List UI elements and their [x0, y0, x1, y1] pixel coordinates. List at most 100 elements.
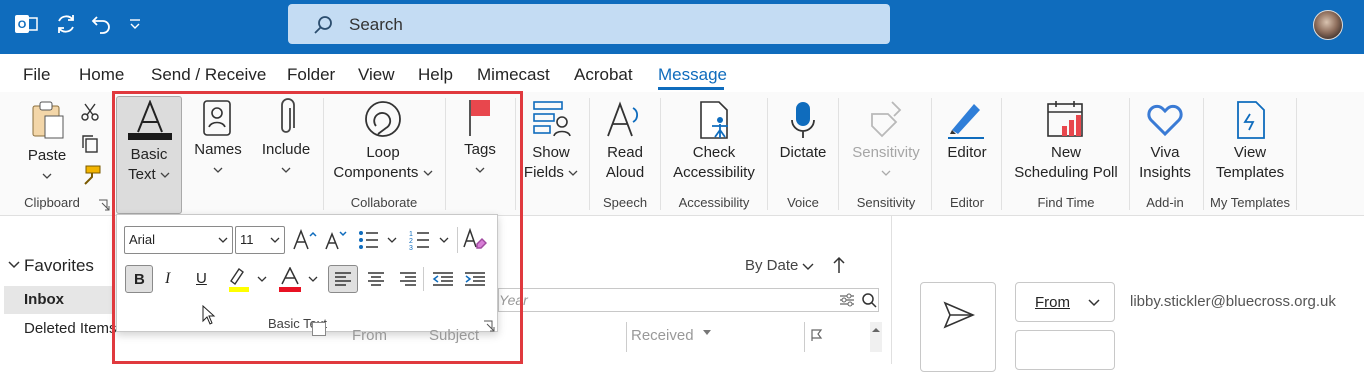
undo-icon[interactable] — [89, 12, 113, 36]
send-button[interactable] — [920, 282, 996, 372]
folder-inbox[interactable]: Inbox — [4, 286, 114, 314]
basic-text-button[interactable]: Basic Text — [116, 96, 182, 214]
decrease-indent-icon[interactable] — [432, 271, 454, 292]
list-search-input[interactable]: Year — [498, 288, 879, 312]
sort-direction-icon[interactable] — [832, 256, 846, 274]
search-placeholder: Search — [349, 15, 403, 34]
chevron-down-icon[interactable] — [802, 262, 814, 272]
sort-by-date[interactable]: By Date — [745, 257, 798, 274]
check-accessibility-button[interactable]: Check Accessibility — [666, 143, 762, 183]
bullets-icon[interactable] — [358, 230, 398, 255]
mouse-pointer-icon — [202, 305, 216, 325]
to-button[interactable] — [1015, 330, 1115, 370]
search-icon — [862, 293, 877, 308]
italic-button[interactable]: I — [165, 270, 170, 288]
message-list: By Date Year Received — [498, 216, 891, 364]
sensitivity-button[interactable]: Sensitivity — [848, 143, 924, 183]
grow-font-icon[interactable] — [293, 228, 317, 256]
font-size-select[interactable]: 11 — [235, 226, 285, 254]
tab-send-receive[interactable]: Send / Receive — [151, 65, 266, 85]
tab-file[interactable]: File — [23, 65, 50, 85]
chevron-down-icon — [213, 167, 223, 173]
svg-text:O: O — [18, 19, 27, 31]
search-icon — [314, 16, 332, 34]
loop-components-button[interactable]: Loop Components — [330, 143, 436, 183]
group-label-voice: Voice — [787, 195, 819, 210]
tab-view[interactable]: View — [358, 65, 395, 85]
shrink-font-icon[interactable] — [324, 229, 348, 256]
sync-icon[interactable] — [54, 12, 78, 36]
scheduling-poll-icon — [1046, 100, 1086, 145]
from-button[interactable]: From — [1015, 282, 1115, 322]
align-center-icon[interactable] — [367, 271, 385, 292]
chevron-down-icon — [423, 170, 433, 176]
paste-icon — [30, 100, 66, 145]
font-color-icon[interactable] — [278, 266, 318, 298]
chevron-down-icon[interactable] — [8, 260, 20, 270]
increase-indent-icon[interactable] — [464, 271, 486, 292]
chevron-down-icon — [218, 237, 228, 243]
highlight-color-icon[interactable] — [227, 267, 267, 298]
column-from[interactable]: From — [352, 327, 387, 344]
view-templates-button[interactable]: View Templates — [1210, 143, 1290, 183]
group-label-clipboard: Clipboard — [24, 195, 80, 210]
folder-pane: Favorites Inbox Deleted Items — [0, 216, 117, 364]
ribbon: Paste Clipboard Basic Text Names Include… — [0, 92, 1364, 216]
group-label-collaborate: Collaborate — [350, 195, 418, 210]
paste-button[interactable]: Paste — [20, 146, 74, 186]
font-a-icon — [128, 99, 172, 145]
tab-acrobat[interactable]: Acrobat — [574, 65, 633, 85]
format-painter-icon[interactable] — [80, 164, 102, 191]
cut-icon[interactable] — [80, 102, 100, 127]
editor-button[interactable]: Editor — [938, 143, 996, 163]
new-scheduling-poll-button[interactable]: New Scheduling Poll — [1008, 143, 1124, 183]
numbering-icon[interactable]: 123 — [409, 230, 449, 255]
group-label-add-in: Add-in — [1146, 195, 1184, 210]
chevron-down-icon — [270, 237, 280, 243]
active-tab-indicator — [658, 87, 724, 90]
group-label-find-time: Find Time — [1037, 195, 1095, 210]
copy-icon[interactable] — [80, 134, 100, 159]
align-right-icon[interactable] — [399, 271, 417, 292]
search-box[interactable]: Search — [288, 4, 890, 44]
address-book-icon — [202, 99, 232, 142]
align-left-button[interactable] — [328, 265, 358, 293]
scrollbar[interactable] — [870, 322, 882, 352]
column-received[interactable]: Received — [631, 327, 694, 344]
chevron-down-icon — [568, 170, 578, 176]
tab-mimecast[interactable]: Mimecast — [477, 65, 550, 85]
dialog-launcher-icon[interactable] — [98, 198, 110, 216]
read-aloud-button[interactable]: Read Aloud — [594, 143, 656, 183]
names-button[interactable]: Names — [188, 140, 248, 180]
select-all-checkbox[interactable] — [312, 322, 326, 336]
tab-help[interactable]: Help — [418, 65, 453, 85]
clear-formatting-icon[interactable] — [463, 227, 488, 255]
folder-deleted-items[interactable]: Deleted Items — [24, 320, 117, 337]
show-fields-button[interactable]: Show Fields — [522, 143, 580, 183]
column-subject[interactable]: Subject — [429, 327, 479, 344]
group-label-accessibility: Accessibility — [678, 195, 750, 210]
chevron-down-icon — [1088, 299, 1100, 307]
loop-components-icon — [362, 100, 404, 145]
favorites-heading[interactable]: Favorites — [24, 256, 94, 276]
svg-text:3: 3 — [409, 245, 413, 250]
bold-button[interactable]: B — [125, 265, 153, 293]
font-name-select[interactable]: Arial — [124, 226, 233, 254]
tags-button[interactable]: Tags — [454, 140, 506, 180]
tab-folder[interactable]: Folder — [287, 65, 335, 85]
show-fields-icon — [532, 100, 572, 143]
avatar[interactable] — [1313, 10, 1343, 40]
tab-home[interactable]: Home — [79, 65, 124, 85]
dialog-launcher-icon[interactable] — [483, 319, 495, 337]
chevron-down-icon — [281, 167, 291, 173]
viva-insights-button[interactable]: Viva Insights — [1134, 143, 1196, 183]
underline-button[interactable]: U — [196, 270, 207, 287]
paperclip-icon — [275, 98, 297, 143]
include-button[interactable]: Include — [254, 140, 318, 180]
customize-quick-access-icon[interactable] — [128, 14, 152, 38]
flag-column-icon[interactable] — [810, 328, 824, 342]
flag-icon — [466, 98, 494, 143]
tab-message[interactable]: Message — [658, 65, 727, 85]
dictate-button[interactable]: Dictate — [774, 143, 832, 163]
microphone-icon — [790, 100, 816, 145]
